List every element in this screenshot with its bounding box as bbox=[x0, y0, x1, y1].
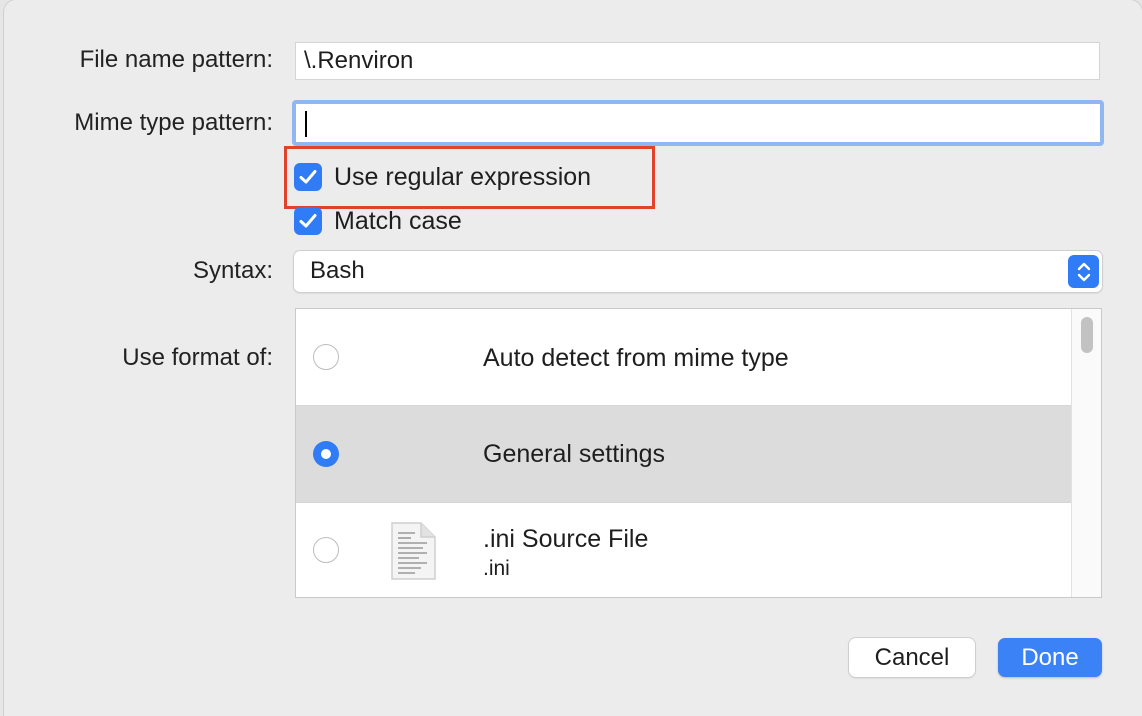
up-down-chevron-icon bbox=[1077, 262, 1090, 281]
file-name-pattern-label: File name pattern: bbox=[79, 46, 273, 73]
file-name-pattern-input[interactable] bbox=[295, 42, 1100, 80]
document-icon bbox=[391, 522, 436, 580]
syntax-label: Syntax: bbox=[192, 257, 273, 284]
radio-button[interactable] bbox=[313, 537, 339, 563]
scrollbar[interactable] bbox=[1071, 309, 1101, 597]
list-item-ini-source-file[interactable]: .ini Source File .ini bbox=[296, 503, 1071, 597]
syntax-value: Bash bbox=[310, 257, 365, 284]
checkmark-icon bbox=[299, 214, 317, 228]
cancel-button[interactable]: Cancel bbox=[849, 638, 975, 677]
list-item-auto-detect[interactable]: Auto detect from mime type bbox=[296, 309, 1071, 405]
list-item-title: Auto detect from mime type bbox=[483, 344, 789, 372]
syntax-popup-button[interactable]: Bash bbox=[294, 251, 1102, 292]
highlight-annotation-box bbox=[284, 146, 655, 209]
format-list: Auto detect from mime type General setti… bbox=[295, 308, 1102, 598]
file-type-dialog: File name pattern: Mime type pattern: Us… bbox=[4, 0, 1142, 716]
list-item-general-settings[interactable]: General settings bbox=[296, 406, 1071, 502]
popup-stepper[interactable] bbox=[1068, 255, 1099, 288]
list-item-subtitle: .ini bbox=[483, 557, 510, 580]
match-case-row[interactable]: Match case bbox=[294, 206, 462, 236]
list-item-title: .ini Source File bbox=[483, 525, 649, 553]
match-case-checkbox[interactable] bbox=[294, 207, 322, 235]
mime-type-pattern-input[interactable] bbox=[292, 100, 1104, 146]
radio-button-selected[interactable] bbox=[313, 441, 339, 467]
match-case-label: Match case bbox=[334, 206, 462, 235]
mime-type-pattern-label: Mime type pattern: bbox=[74, 109, 273, 136]
use-format-label: Use format of: bbox=[122, 344, 273, 371]
list-item-title: General settings bbox=[483, 440, 666, 468]
text-caret bbox=[305, 111, 307, 137]
scrollbar-thumb[interactable] bbox=[1081, 317, 1093, 353]
done-button[interactable]: Done bbox=[998, 638, 1102, 677]
radio-button[interactable] bbox=[313, 344, 339, 370]
